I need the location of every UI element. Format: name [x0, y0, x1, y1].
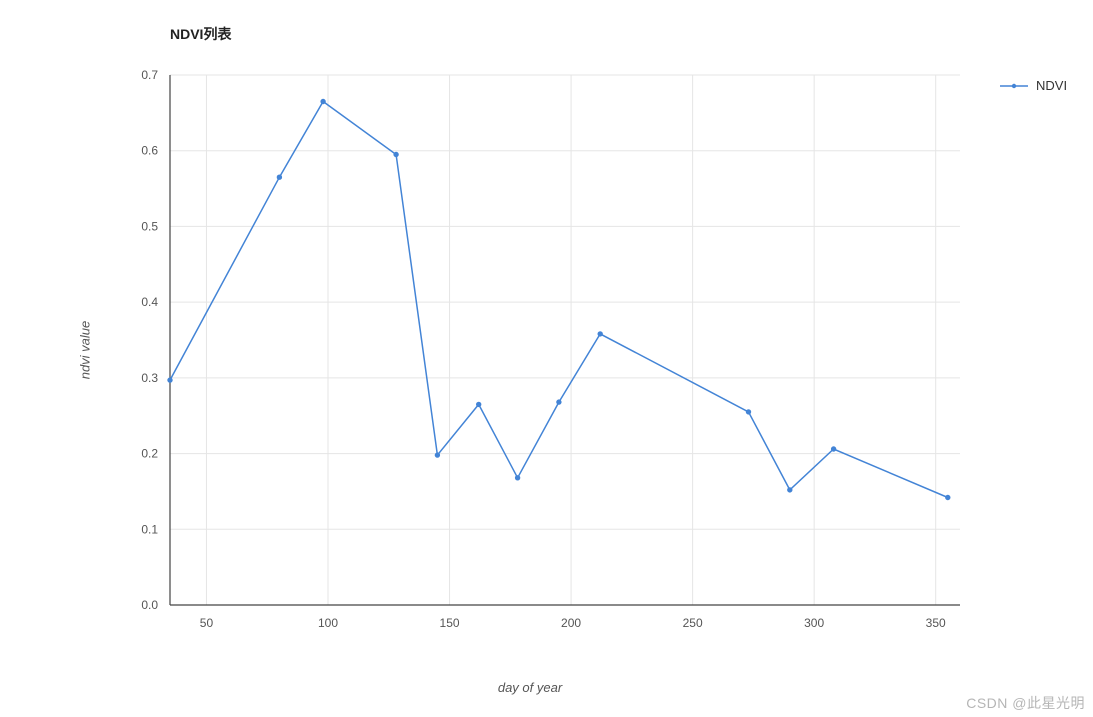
y-tick-label: 0.6 — [141, 144, 158, 158]
x-tick-label: 300 — [804, 616, 824, 630]
series-point — [598, 332, 602, 336]
y-tick-label: 0.1 — [141, 522, 158, 536]
legend-marker — [1012, 84, 1016, 88]
y-tick-label: 0.0 — [141, 598, 158, 612]
series-point — [277, 175, 281, 179]
legend-label: NDVI — [1036, 78, 1067, 93]
series-point — [557, 400, 561, 404]
y-tick-label: 0.4 — [141, 295, 158, 309]
series-point — [515, 476, 519, 480]
x-tick-label: 350 — [926, 616, 946, 630]
series-point — [321, 99, 325, 103]
series-line — [170, 102, 948, 498]
series-point — [788, 488, 792, 492]
series-point — [477, 402, 481, 406]
y-tick-label: 0.3 — [141, 371, 158, 385]
series-point — [394, 152, 398, 156]
series-point — [435, 453, 439, 457]
x-tick-label: 150 — [440, 616, 460, 630]
y-tick-label: 0.5 — [141, 219, 158, 233]
x-tick-label: 50 — [200, 616, 214, 630]
x-tick-label: 100 — [318, 616, 338, 630]
x-tick-label: 200 — [561, 616, 581, 630]
y-tick-label: 0.7 — [141, 68, 158, 82]
series-point — [746, 410, 750, 414]
x-tick-label: 250 — [683, 616, 703, 630]
chart-plot-area: 0.0 0.1 0.2 0.3 0.4 0.5 0.6 0.7 50 100 150 200 250 30… — [0, 0, 1093, 717]
series-point — [831, 447, 835, 451]
series-point — [168, 378, 172, 382]
series-point — [946, 495, 950, 499]
y-tick-label: 0.2 — [141, 447, 158, 461]
legend: NDVI — [1000, 78, 1067, 93]
